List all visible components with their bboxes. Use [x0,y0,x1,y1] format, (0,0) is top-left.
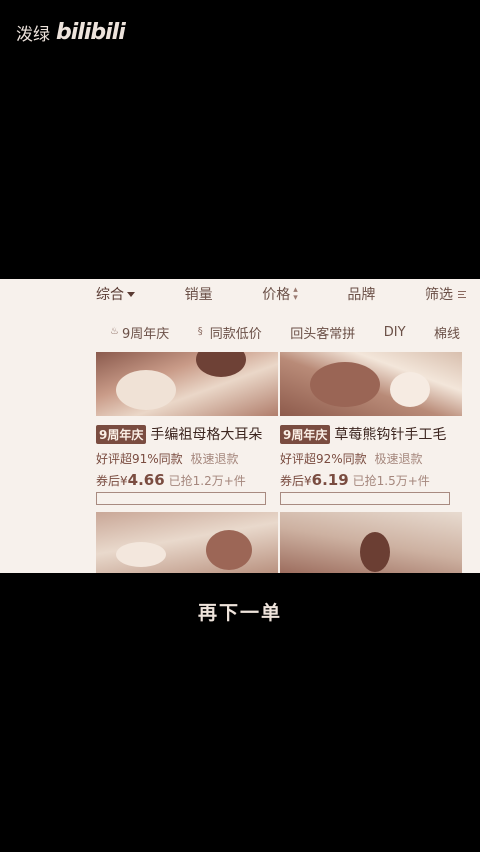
product-title-text: 手编祖母格大耳朵 [150,427,263,443]
chip-cotton[interactable]: 棉线 [434,323,460,342]
filter-chips: ♨ 9周年庆 § 同款低价 回头客常拼 DIY 棉线 [110,321,460,343]
watermark-username: 泼绿 [16,25,50,45]
refund-text: 极速退款 [374,452,423,466]
chip-label: DIY [383,324,406,340]
rating-text: 好评超92%同款 [280,452,367,466]
product-image[interactable] [280,352,462,416]
caret-down-icon [127,291,135,297]
product-meta: 好评超91%同款 极速退款 [96,450,278,467]
bilibili-logo: bilibili [56,20,126,45]
sort-brand-label: 品牌 [347,287,376,303]
product-title: 9周年庆 手编祖母格大耳朵 [96,424,278,444]
sort-bar: 综合 销量 价格 ▴ ▾ 品牌 筛选 [96,279,466,309]
product-title: 9周年庆 草莓熊钩针手工毛 [280,424,462,444]
product-image[interactable] [280,512,462,573]
shop-info-bar[interactable] [280,492,450,505]
product-card[interactable]: 9周年庆 手编祖母格大耳朵 好评超91%同款 极速退款 券后¥ 4.66 已抢1… [96,352,278,505]
promo-tag: 9周年庆 [280,424,331,444]
price-prefix: 券后¥ [96,474,128,488]
promo-tag: 9周年庆 [96,424,147,444]
chip-icon: ♨ [110,326,119,337]
bilibili-watermark: 泼绿 bilibili [16,20,126,45]
chip-low-price[interactable]: § 同款低价 [198,323,262,342]
chip-label: 9周年庆 [122,326,170,342]
chip-repeat-customer[interactable]: 回头客常拼 [290,323,355,342]
filter-button[interactable]: 筛选 [425,284,466,304]
chip-label: 棉线 [433,326,460,342]
product-image[interactable] [96,352,278,416]
filter-label: 筛选 [424,287,453,303]
chip-label: 回头客常拼 [290,326,356,342]
sold-count: 已抢1.5万+件 [352,474,430,488]
price-value: 4.66 [127,471,165,489]
video-subtitle: 再下一单 [197,602,282,624]
sort-price[interactable]: 价格 ▴ ▾ [262,284,298,304]
price-prefix: 券后¥ [280,474,312,488]
price-row: 券后¥ 4.66 已抢1.2万+件 [96,471,278,489]
chip-diy[interactable]: DIY [384,325,406,340]
product-image[interactable] [96,512,278,573]
sort-arrows-icon: ▴ ▾ [293,285,298,303]
price-value: 6.19 [311,471,349,489]
chip-anniversary[interactable]: ♨ 9周年庆 [110,323,169,342]
sort-comprehensive[interactable]: 综合 [96,284,135,304]
filter-lines-icon [457,290,466,298]
sort-comprehensive-label: 综合 [96,287,124,303]
sort-brand[interactable]: 品牌 [347,284,375,304]
chip-icon: § [197,326,203,337]
refund-text: 极速退款 [190,452,239,466]
rating-text: 好评超91%同款 [96,452,183,466]
app-screen: 综合 销量 价格 ▴ ▾ 品牌 筛选 ♨ 9周年庆 § 同款低价 回头客常拼 D… [0,279,480,573]
product-card[interactable]: 9周年庆 草莓熊钩针手工毛 好评超92%同款 极速退款 券后¥ 6.19 已抢1… [280,352,462,505]
sort-sales-label: 销量 [184,287,213,303]
sort-price-label: 价格 [262,287,291,303]
product-meta: 好评超92%同款 极速退款 [280,450,462,467]
sold-count: 已抢1.2万+件 [168,474,246,488]
chip-label: 同款低价 [209,326,262,342]
price-row: 券后¥ 6.19 已抢1.5万+件 [280,471,462,489]
sort-sales[interactable]: 销量 [185,284,213,304]
product-title-text: 草莓熊钩针手工毛 [334,427,447,443]
shop-info-bar[interactable] [96,492,266,505]
